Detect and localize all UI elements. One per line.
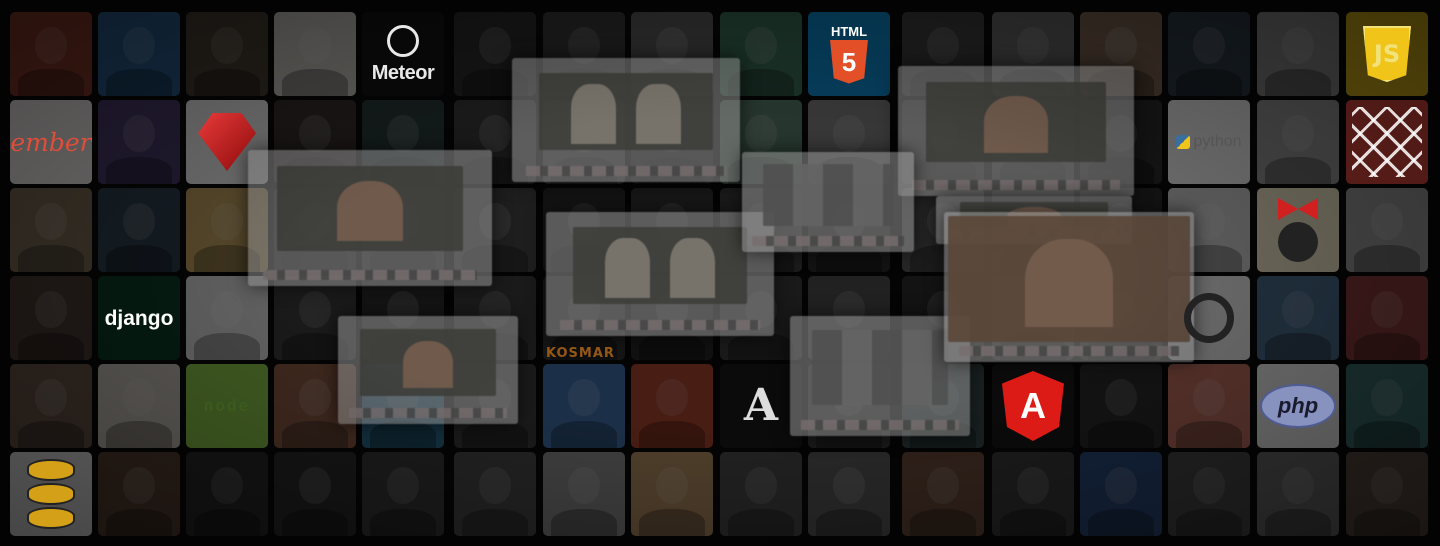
kosmar-label: KOSMAR [546, 346, 615, 361]
html5-shield: 5 [830, 39, 868, 84]
video-call-screenshot-8 [790, 316, 970, 436]
video-call-screenshot-3 [898, 66, 1134, 196]
js-icon: JS [1363, 26, 1411, 82]
python-label: python [1193, 133, 1242, 150]
video-feed [762, 164, 894, 226]
participant-thumbnail-strip [525, 166, 727, 176]
video-call-screenshot-9 [944, 212, 1194, 362]
participant [336, 181, 404, 241]
letter-a-label: A [743, 380, 779, 431]
meteor-icon: Meteor [372, 25, 435, 83]
participant-thumbnail-strip [262, 270, 478, 280]
ember-label: ember [10, 127, 92, 157]
php-label: php [1277, 393, 1319, 418]
letter-a-icon: A [744, 384, 778, 428]
video-feed [277, 166, 463, 251]
meteor-label: Meteor [371, 62, 435, 84]
participant [983, 96, 1049, 153]
python-icon: python [1176, 133, 1242, 150]
ember-icon: ember [10, 130, 91, 155]
angular-tile: A [992, 364, 1074, 448]
video-feed [573, 226, 747, 304]
meteor-tile: Meteor [362, 12, 444, 96]
participant-thumbnail-strip [752, 236, 904, 246]
database-icon [27, 459, 75, 529]
video-call-screenshot-6 [338, 316, 518, 424]
node-label: node [203, 395, 251, 415]
participant [1025, 238, 1113, 327]
laravel-tile [1346, 100, 1428, 184]
cartoon-girl-icon [1278, 198, 1318, 262]
laravel-icon [1352, 107, 1422, 177]
video-call-screenshot-2 [248, 150, 492, 286]
nodejs-icon: node [203, 395, 251, 415]
django-icon: django [105, 308, 174, 329]
html5-badge: 5 [841, 46, 857, 77]
js-label: JS [1373, 40, 1401, 68]
angular-icon: A [1002, 371, 1064, 441]
participant [636, 83, 682, 144]
video-feed [359, 328, 497, 396]
video-call-screenshot-4 [546, 212, 774, 336]
participant-thumbnail-strip [912, 180, 1120, 190]
video-call-screenshot-1 [512, 58, 740, 182]
video-call-screenshot-5 [742, 152, 914, 252]
participant-thumbnail-strip [348, 408, 508, 418]
video-feed [539, 72, 713, 150]
video-feed [926, 81, 1106, 163]
participant [403, 341, 453, 388]
video-feed [811, 330, 949, 405]
html5-icon: HTML 5 [830, 25, 868, 84]
periscope-icon [1184, 293, 1234, 343]
participant-thumbnail-strip [800, 420, 960, 430]
django-label: django [104, 306, 174, 330]
participant-thumbnail-strip [559, 320, 761, 330]
php-icon: php [1260, 384, 1336, 428]
html5-label: HTML [830, 23, 868, 39]
ruby-icon [198, 113, 256, 171]
participant [570, 83, 616, 144]
participant [670, 237, 716, 298]
participant [604, 237, 650, 298]
participant-thumbnail-strip [959, 346, 1179, 356]
angular-label: A [1020, 385, 1046, 426]
video-feed [948, 216, 1190, 342]
